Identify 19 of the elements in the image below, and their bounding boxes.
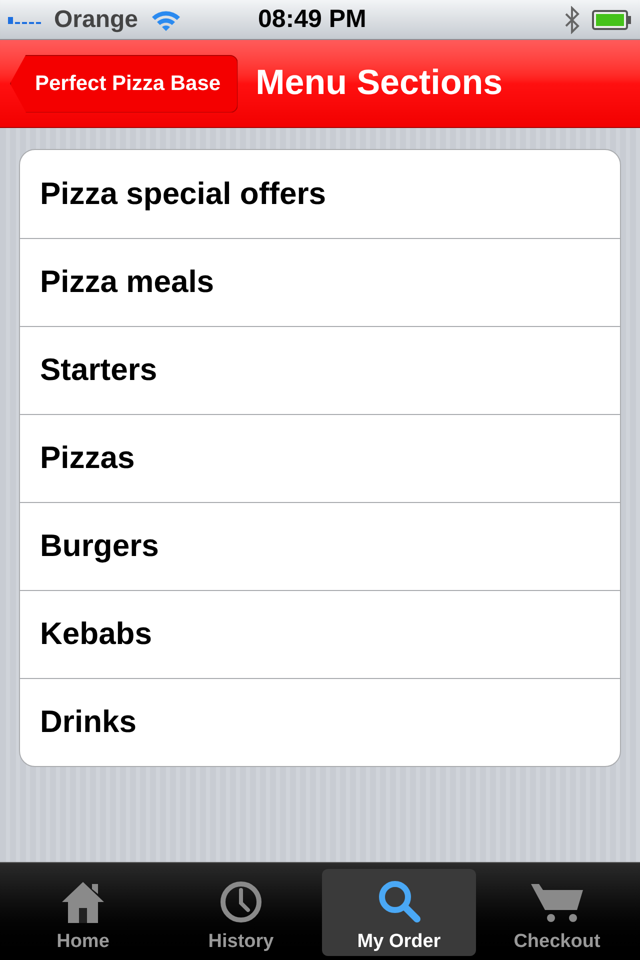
menu-section-item[interactable]: Burgers [20, 502, 620, 590]
menu-section-item[interactable]: Kebabs [20, 590, 620, 678]
clock-icon [219, 880, 263, 924]
bluetooth-icon [564, 6, 580, 34]
menu-section-item[interactable]: Pizza special offers [20, 150, 620, 238]
menu-section-item[interactable]: Drinks [20, 678, 620, 766]
tab-bar-item[interactable]: Checkout [480, 869, 634, 956]
screen-title: Menu Sections [256, 62, 503, 104]
tab-bar-item[interactable]: My Order [322, 869, 476, 956]
back-button[interactable]: Perfect Pizza Base [10, 54, 238, 112]
menu-section-item[interactable]: Pizzas [20, 414, 620, 502]
clock-time: 08:49 PM [258, 4, 366, 35]
tab-bar-item[interactable]: Home [6, 869, 160, 956]
menu-section-item[interactable]: Pizza meals [20, 238, 620, 326]
carrier-name: Orange [54, 4, 138, 34]
house-icon [60, 880, 106, 924]
battery-icon [592, 10, 632, 30]
tab-bar-item[interactable]: History [164, 869, 318, 956]
menu-section-item[interactable]: Starters [20, 326, 620, 414]
